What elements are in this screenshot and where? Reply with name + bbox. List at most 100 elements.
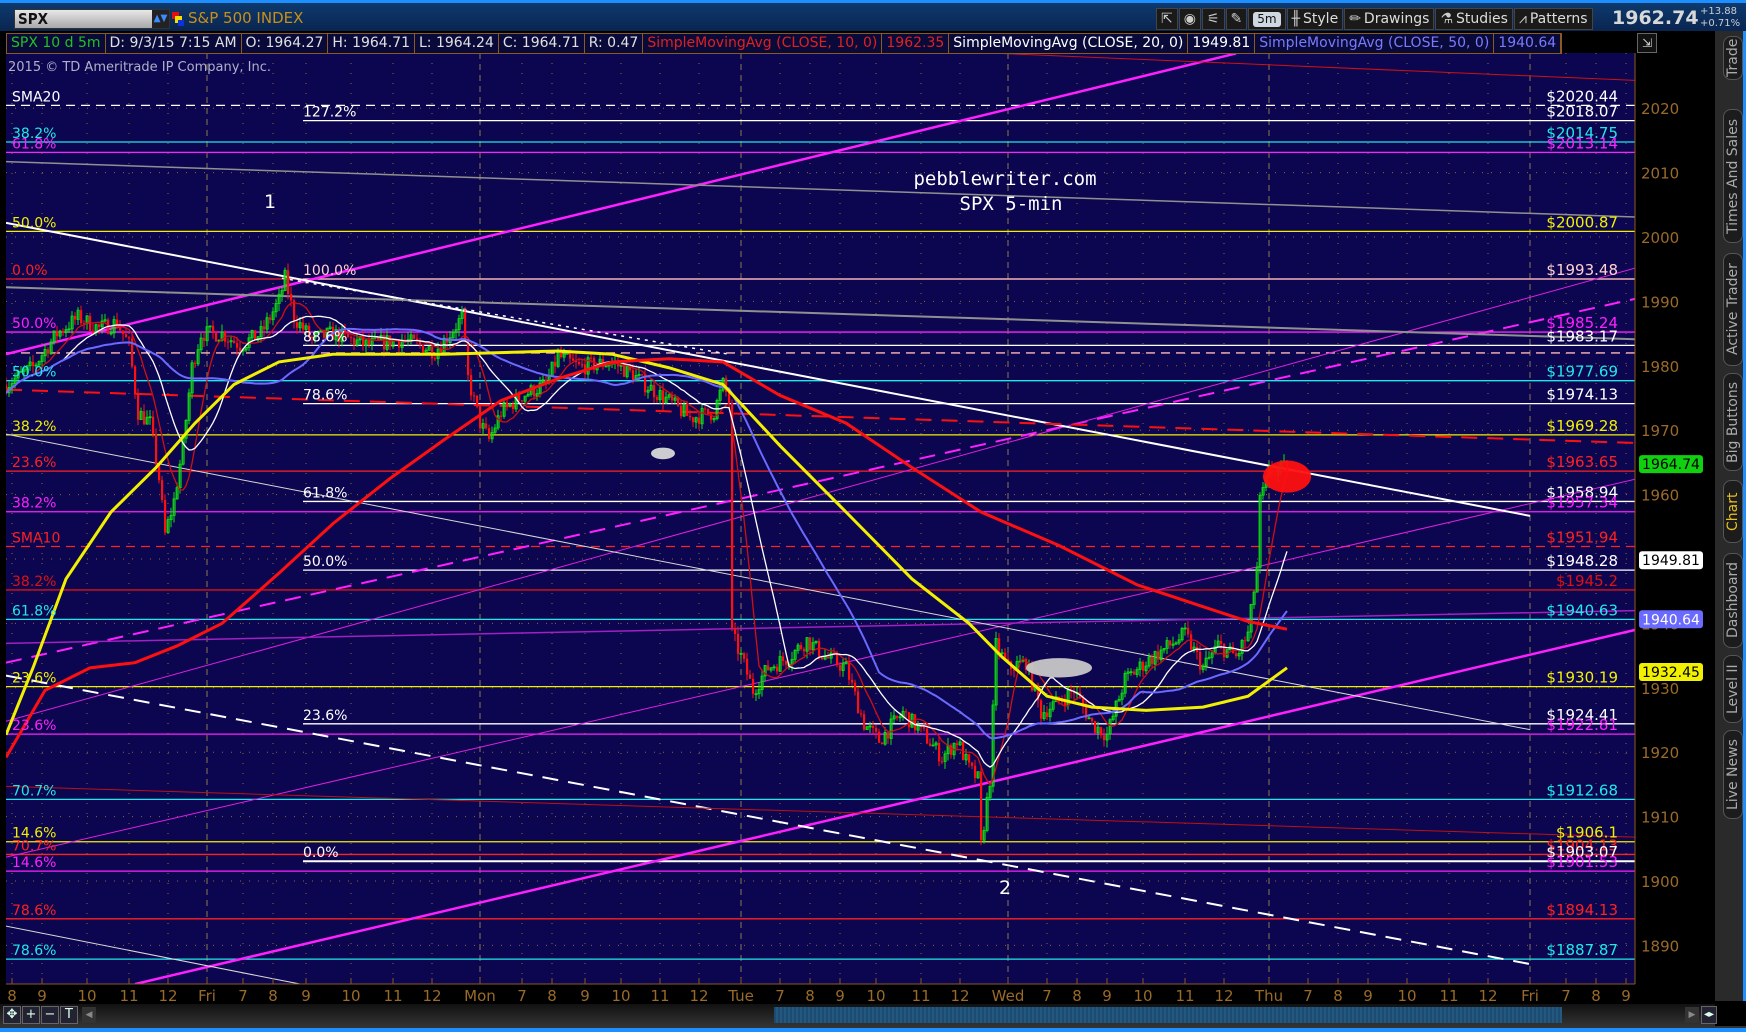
candle-body (746, 658, 749, 675)
candle-body (80, 310, 83, 324)
y-tick-label: 2020 (1641, 100, 1679, 118)
info-cell: C: 1964.71 (499, 34, 585, 53)
fib-level-label: 78.6% (303, 388, 347, 404)
candle-body (422, 344, 425, 354)
sidebar-tab-chart[interactable]: Chart (1723, 480, 1743, 543)
candle-body (194, 362, 197, 364)
level-left-label: 70.7% (12, 838, 56, 854)
price-badge: 1949.81 (1639, 551, 1703, 570)
level-price-label: $2000.87 (1546, 213, 1618, 231)
candle-body (878, 731, 881, 743)
x-tick-label: 7 (1042, 987, 1052, 1005)
pencil-button[interactable]: ✏ Drawings (1344, 8, 1435, 30)
level-left-label: 23.6% (12, 671, 56, 687)
candle-body (500, 415, 503, 417)
pattern-button[interactable]: ⩘ Patterns (1513, 8, 1593, 30)
candle-body (707, 408, 710, 415)
level-left-label: 78.6% (12, 903, 56, 919)
candle-body (1169, 640, 1172, 646)
scroll-right-button[interactable]: ▶ (1685, 1007, 1699, 1023)
candle-body (1187, 627, 1190, 635)
symbol-input[interactable]: SPX ▲▼ (14, 9, 170, 29)
x-tick-label: 8 (1591, 987, 1601, 1005)
candle-body (263, 326, 266, 330)
scroll-thumb[interactable] (774, 1007, 1562, 1023)
candle-body (521, 400, 524, 402)
chart-settings-icon[interactable]: ⇲ (1637, 33, 1657, 53)
x-tick-label: 11 (1175, 987, 1194, 1005)
price-chart[interactable]: 12pebblewriter.comSPX 5-min2020201020001… (0, 0, 1746, 1032)
globe-button[interactable]: ◉ (1178, 8, 1201, 30)
drawing-tools-button[interactable]: ⚟ (1201, 8, 1225, 30)
text-tool-icon[interactable]: T (60, 1006, 78, 1024)
candle-body (1244, 640, 1247, 642)
info-cell: SPX 10 d 5m (7, 34, 106, 53)
x-tick-label: 7 (517, 987, 527, 1005)
level-left-label: 14.6% (12, 855, 56, 871)
candle-body (413, 334, 416, 339)
sidebar-tab-times-and-sales[interactable]: Times And Sales (1723, 109, 1743, 243)
info-cell: 1940.64 (1494, 34, 1562, 53)
expand-icon[interactable]: ◂▸ (1701, 1006, 1717, 1024)
sidebar-tab-big-buttons[interactable]: Big Buttons (1723, 373, 1743, 471)
candle-body (980, 771, 983, 841)
candle-style-button[interactable]: ╫ Style (1286, 8, 1344, 30)
zoom-in-icon[interactable]: + (22, 1006, 40, 1024)
x-tick-label: 10 (866, 987, 885, 1005)
candle-body (431, 346, 434, 359)
candle-body (560, 352, 563, 358)
price-badge-value: 1949.81 (1642, 553, 1700, 569)
level-left-label: 50.0% (12, 316, 56, 332)
price-badge: 1940.64 (1639, 610, 1703, 629)
sidebar-tab-active-trader[interactable]: Active Trader (1723, 253, 1743, 366)
y-tick-label: 1920 (1641, 744, 1679, 762)
level-left-label: 23.6% (12, 455, 56, 471)
pan-icon[interactable]: ✥ (3, 1006, 21, 1024)
info-cell: O: 1964.27 (242, 34, 329, 53)
candle-body (398, 340, 401, 348)
sidebar-tab-trade[interactable]: Trade (1723, 36, 1743, 80)
x-tick-label: Fri (198, 987, 216, 1005)
fib-level-label: 23.6% (303, 708, 347, 724)
timeframe-button[interactable]: 5m (1248, 8, 1286, 30)
level-left-label: 61.8% (12, 603, 56, 619)
y-tick-label: 1970 (1641, 422, 1679, 440)
window-border (0, 1026, 1746, 1032)
level-price-label: $1930.19 (1546, 669, 1618, 687)
price-badge-value: 1964.74 (1642, 457, 1700, 473)
candle-body (134, 366, 137, 395)
link-group-icon[interactable] (172, 11, 184, 27)
sidebar-tab-level-ii[interactable]: Level II (1723, 655, 1743, 723)
scroll-left-button[interactable]: ◀ (82, 1007, 96, 1023)
symbol-dropdown-button[interactable]: ▲▼ (152, 10, 169, 28)
x-tick-label: 11 (119, 987, 138, 1005)
x-tick-label: 10 (1133, 987, 1152, 1005)
y-tick-label: 2010 (1641, 165, 1679, 183)
level-price-label: $1983.17 (1546, 327, 1618, 345)
level-price-label: $1945.2 (1556, 572, 1618, 590)
candle-body (872, 726, 875, 728)
net-change: +13.88 +0.71% (1700, 6, 1740, 30)
candle-body (749, 674, 752, 679)
tool-label: Patterns (1529, 11, 1588, 27)
candle-body (827, 656, 830, 659)
candle-body (569, 353, 572, 359)
candle-body (767, 665, 770, 671)
candle-body (512, 403, 515, 410)
sidebar-tab-dashboard[interactable]: Dashboard (1723, 553, 1743, 648)
candle-body (62, 331, 65, 333)
candle-body (875, 727, 878, 732)
candle-body (941, 761, 944, 763)
wrench-button[interactable]: ✎ (1225, 8, 1248, 30)
info-cell: H: 1964.71 (328, 34, 415, 53)
share-button[interactable]: ⇱ (1156, 8, 1178, 30)
candle-body (302, 322, 305, 330)
flask-button[interactable]: ⚗ Studies (1435, 8, 1513, 30)
sidebar-tab-live-news[interactable]: Live News (1723, 730, 1743, 819)
zoom-out-icon[interactable]: − (41, 1006, 59, 1024)
level-left-label: 78.6% (12, 943, 56, 959)
pattern-icon: ⩘ (1518, 11, 1527, 27)
candle-body (680, 405, 683, 417)
candle-body (152, 416, 155, 434)
y-tick-label: 1980 (1641, 358, 1679, 376)
